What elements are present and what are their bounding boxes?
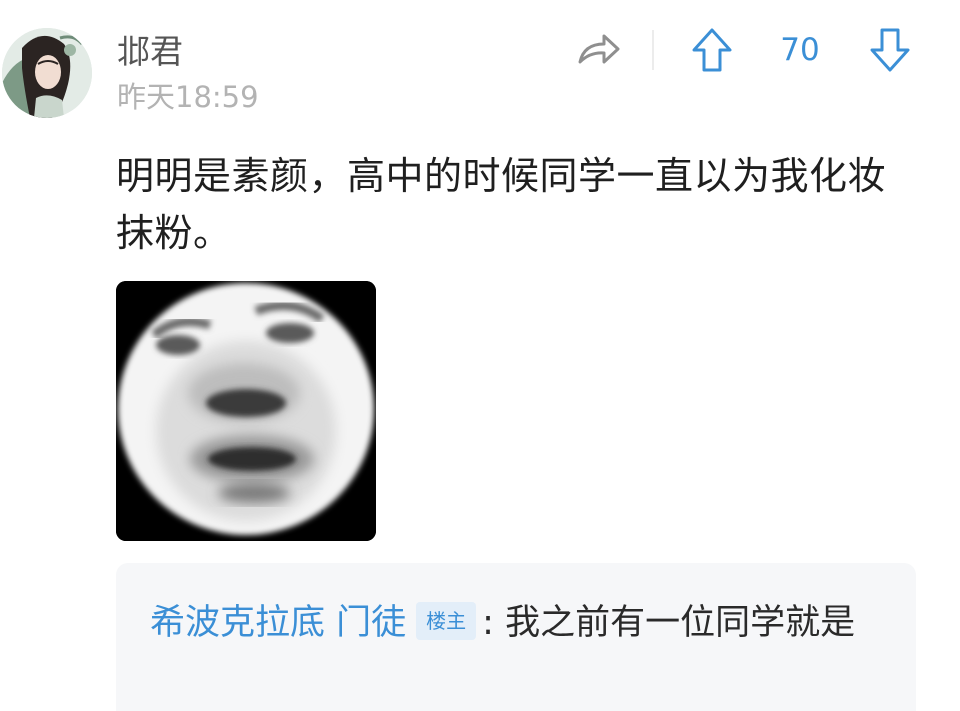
username[interactable]: 邶君 [117,32,183,72]
meme-image[interactable] [116,281,376,541]
share-icon [578,34,620,64]
reply-text: 我之前有一位同学就是 [505,603,856,643]
avatar-icon [2,28,92,118]
reply-content: 希波克拉底 门徒 楼主: 我之前有一位同学就是 [150,595,880,651]
downvote-button[interactable] [868,26,912,74]
share-button[interactable] [576,30,622,70]
reply-preview[interactable]: 希波克拉底 门徒 楼主: 我之前有一位同学就是 [116,563,916,711]
reply-separator: : [482,603,494,643]
user-avatar[interactable] [2,28,92,118]
comment-body: 明明是素颜，高中的时候同学一直以为我化妆抹粉。 [116,154,887,255]
post-timestamp: 昨天18:59 [117,80,259,114]
reply-author[interactable]: 希波克拉底 门徒 [150,603,406,643]
vote-count: 70 [780,32,820,68]
blurry-face-meme-icon [116,281,376,541]
action-divider [652,30,654,70]
upvote-arrow-icon [692,28,732,72]
comment-page: 邶君 昨天18:59 70 明明是素颜，高中的时候同学一直以为我化妆抹粉。 希波… [0,0,960,711]
downvote-arrow-icon [870,28,910,72]
op-badge: 楼主 [416,602,477,640]
upvote-button[interactable] [690,26,734,74]
